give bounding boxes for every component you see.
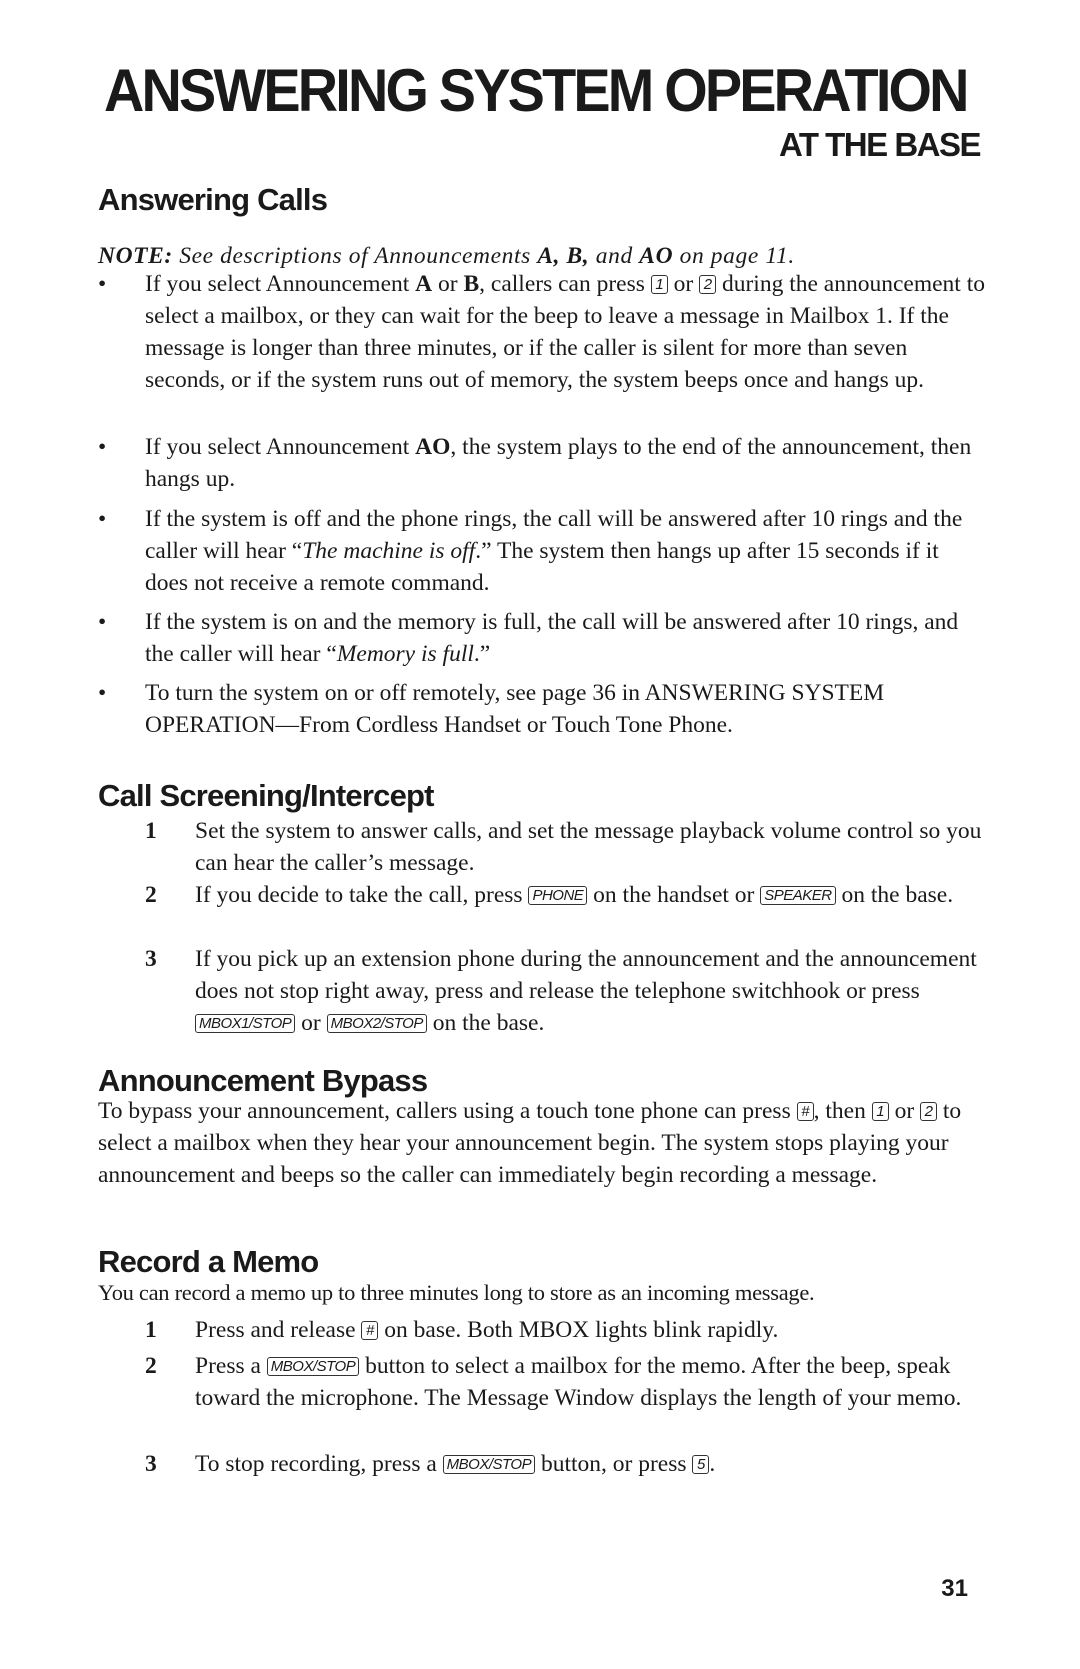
note-prefix: NOTE:: [98, 243, 173, 269]
page-number: 31: [941, 1575, 968, 1602]
key-pound-button[interactable]: #: [796, 1102, 814, 1121]
step-number: 3: [145, 946, 157, 972]
section-heading-answering-calls: Answering Calls: [98, 182, 328, 217]
step-number: 3: [145, 1451, 157, 1477]
bypass-paragraph: To bypass your announcement, callers usi…: [98, 1098, 962, 1188]
section-heading-record-memo: Record a Memo: [98, 1244, 319, 1279]
memo-intro: You can record a memo up to three minute…: [98, 1280, 815, 1305]
manual-page: ANSWERING SYSTEM OPERATION AT THE BASE A…: [0, 0, 1080, 1669]
key-2-button[interactable]: 2: [920, 1102, 938, 1121]
step-text: To stop recording, press a MBOX/STOP but…: [195, 1451, 716, 1477]
bullet-icon: •: [98, 680, 107, 706]
bullet-text: If you select Announcement A or B, calle…: [145, 271, 985, 393]
bullet-icon: •: [98, 506, 107, 532]
key-1-button[interactable]: 1: [650, 275, 668, 294]
page-subtitle: AT THE BASE: [778, 126, 982, 163]
bullet-icon: •: [98, 271, 107, 297]
step-number: 2: [145, 882, 157, 908]
step-number: 1: [145, 818, 157, 844]
step-text: Press a MBOX/STOP button to select a mai…: [195, 1353, 962, 1411]
key-2-button[interactable]: 2: [699, 275, 717, 294]
bullet-text: If the system is on and the memory is fu…: [145, 609, 959, 667]
key-1-button[interactable]: 1: [871, 1102, 889, 1121]
step-text: Press and release # on base. Both MBOX l…: [195, 1317, 779, 1343]
step-number: 1: [145, 1317, 157, 1343]
page-title: ANSWERING SYSTEM OPERATION: [104, 57, 969, 124]
bullet-icon: •: [98, 609, 107, 635]
bullet-text: To turn the system on or off remotely, s…: [145, 680, 885, 738]
note-bold: AO: [639, 243, 674, 269]
step-text: Set the system to answer calls, and set …: [195, 818, 982, 876]
key-5-button[interactable]: 5: [692, 1455, 710, 1474]
mbox-stop-key-button[interactable]: MBOX/STOP: [442, 1455, 536, 1474]
speaker-key-button[interactable]: SPEAKER: [760, 886, 836, 905]
section-heading-call-screening: Call Screening/Intercept: [98, 778, 434, 813]
mbox1-stop-key-button[interactable]: MBOX1/STOP: [195, 1014, 296, 1033]
bullet-text: If the system is off and the phone rings…: [145, 506, 963, 596]
key-pound-button[interactable]: #: [361, 1321, 379, 1340]
step-text: If you decide to take the call, press PH…: [195, 882, 954, 908]
step-number: 2: [145, 1353, 157, 1379]
phone-key-button[interactable]: PHONE: [528, 886, 588, 905]
mbox2-stop-key-button[interactable]: MBOX2/STOP: [326, 1014, 427, 1033]
mbox-stop-key-button[interactable]: MBOX/STOP: [266, 1357, 360, 1376]
note-bold: A, B,: [537, 243, 590, 269]
bullet-text: If you select Announcement AO, the syste…: [145, 434, 972, 492]
step-text: If you pick up an extension phone during…: [195, 946, 977, 1036]
bullet-icon: •: [98, 434, 107, 460]
